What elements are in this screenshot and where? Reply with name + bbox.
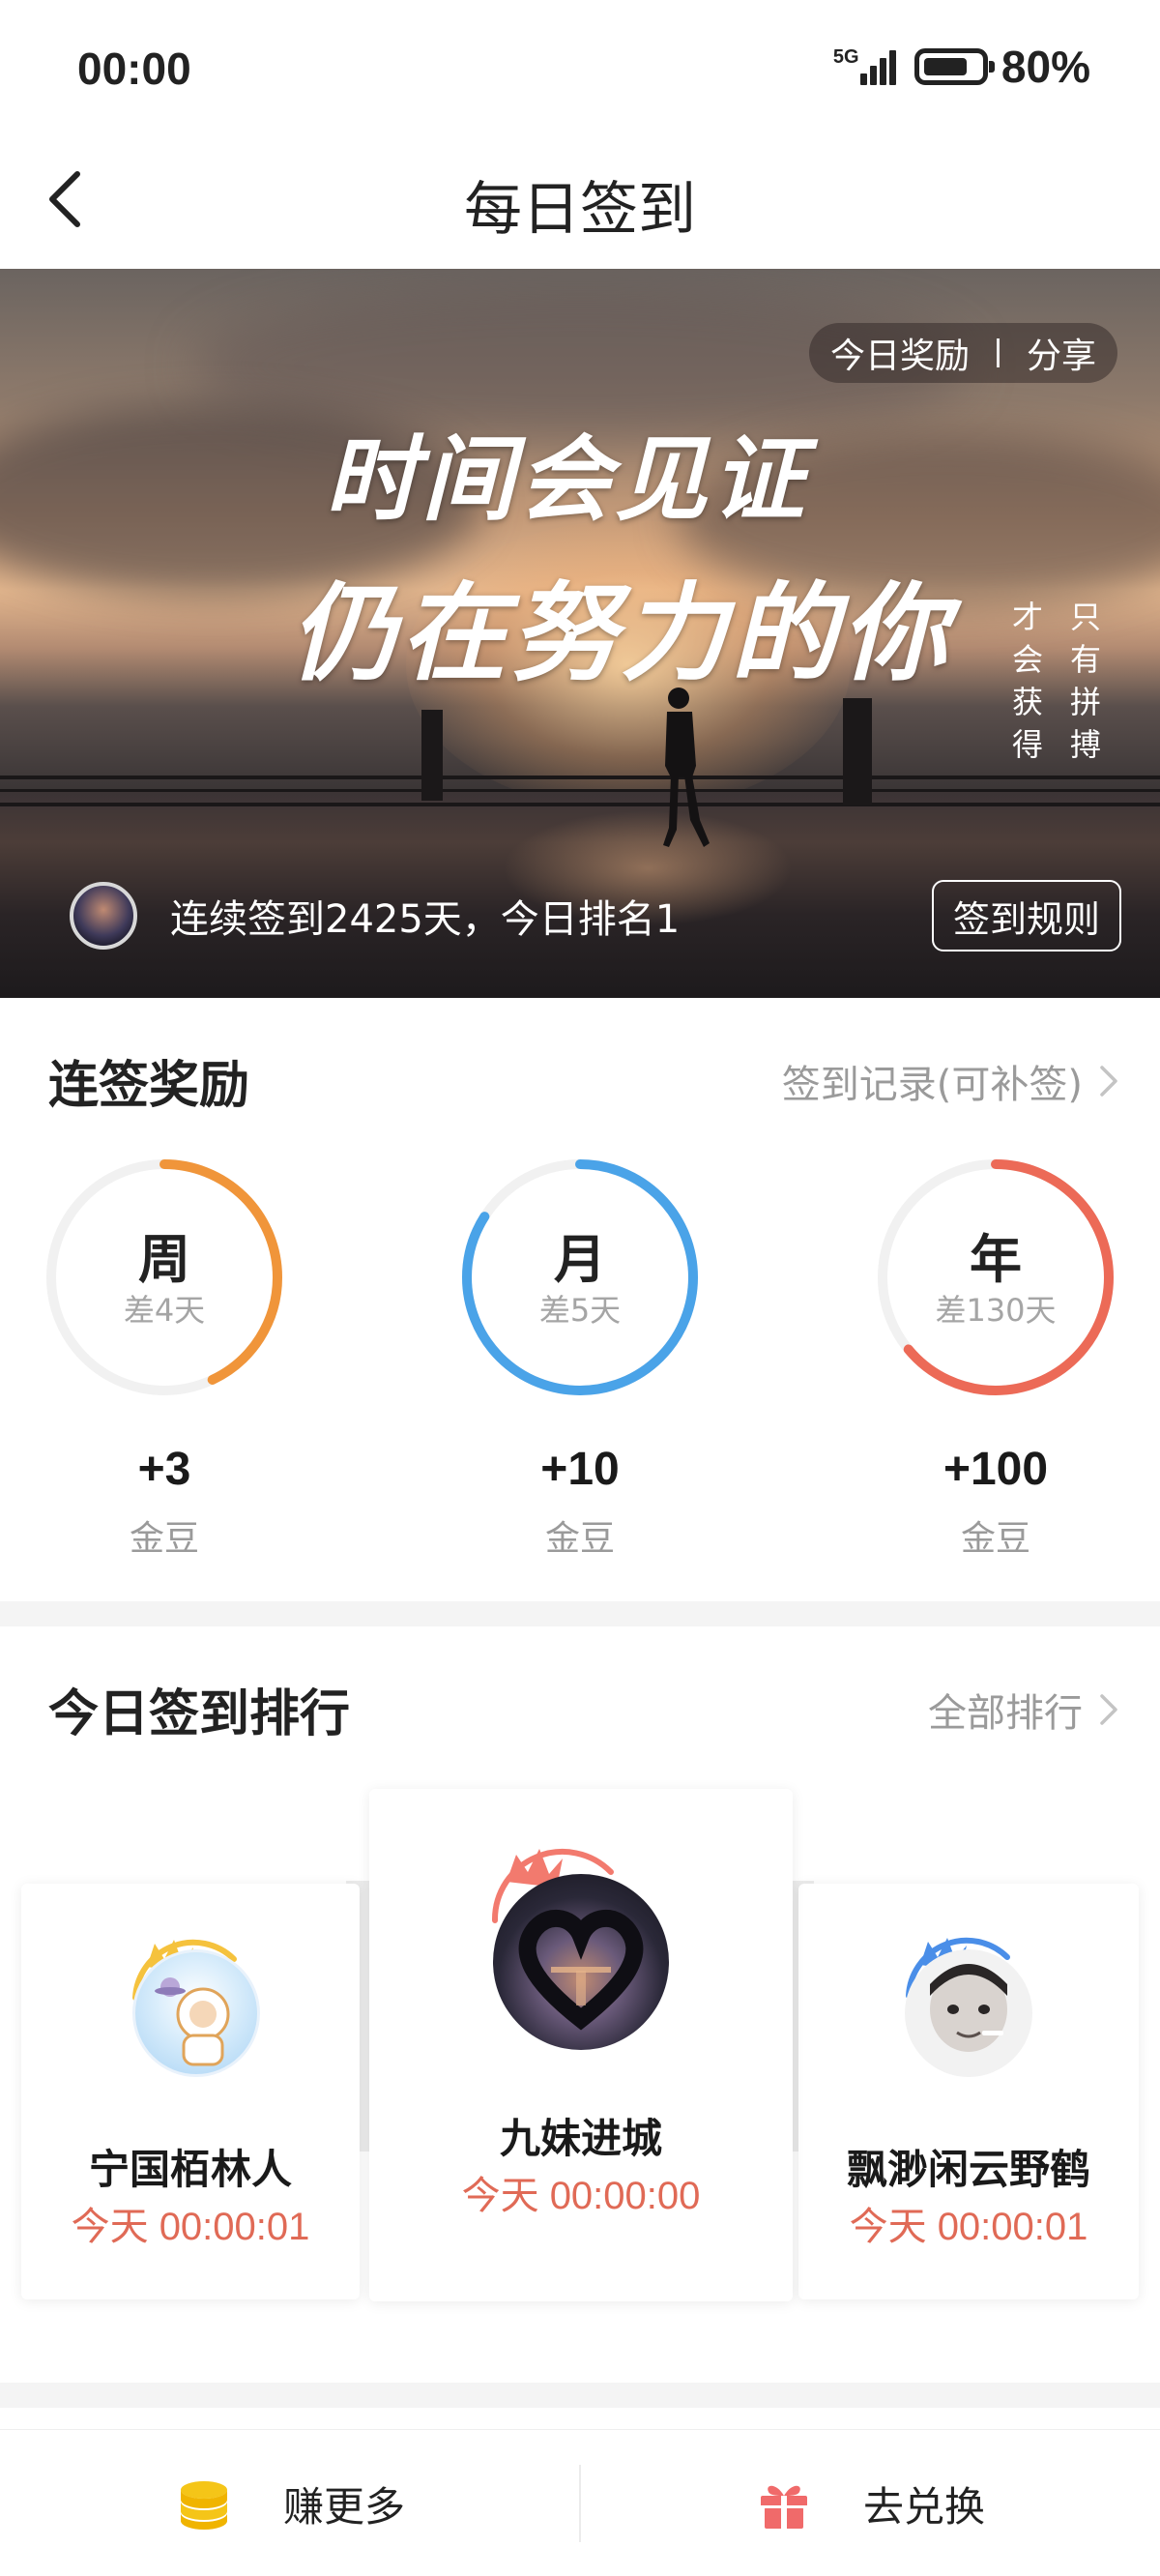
rank-3-time: 今天 00:00:01 (849, 2206, 1088, 2248)
heart-hands-avatar-illustration (518, 1910, 644, 2031)
rank-card-3[interactable]: 飘渺闲云野鹤 今天 00:00:01 (798, 1884, 1139, 2299)
ring-remaining-days: 差5天 (538, 1292, 622, 1329)
streak-rewards-header: 连签奖励 签到记录(可补签) (48, 1044, 1121, 1117)
reward-ring-week: 周 差4天 +3 金豆 (39, 1156, 290, 1563)
banner-image: 今日奖励 分享 时间会见证 仍在努力的你 只有拼搏 才会获得 连续签到2425天… (0, 269, 1160, 998)
ring-reward-amount: +100 (942, 1444, 1049, 1495)
checkin-history-label: 签到记录(可补签) (781, 1062, 1083, 1107)
ring-reward-unit: 金豆 (960, 1519, 1030, 1559)
earn-more-button[interactable]: 赚更多 (0, 2430, 580, 2576)
all-ranking-label: 全部排行 (928, 1690, 1083, 1736)
ring-reward-unit: 金豆 (544, 1519, 615, 1559)
ranking-header: 今日签到排行 全部排行 (48, 1673, 1121, 1745)
network-type-label: 5G (832, 46, 859, 68)
nav-bar: 每日签到 (0, 135, 1160, 271)
banner-action-pill: 今日奖励 分享 (808, 323, 1117, 383)
slogan-line-2: 仍在努力的你 (290, 571, 951, 695)
ranking-title: 今日签到排行 (48, 1685, 351, 1743)
chevron-right-icon (1100, 1693, 1117, 1725)
cellular-signal-icon: 5G (833, 44, 901, 89)
rank-3-name: 飘渺闲云野鹤 (846, 2146, 1090, 2193)
chevron-right-icon (1100, 1065, 1117, 1097)
vertical-text-col-2: 才会获得 (1011, 599, 1043, 763)
vertical-text-col-1: 只有拼搏 (1069, 599, 1101, 763)
railing-graphic (0, 776, 1160, 806)
status-bar: 00:00 5G 80% (0, 0, 1160, 135)
today-reward-link[interactable]: 今日奖励 (830, 328, 970, 378)
ring-remaining-days: 差4天 (123, 1292, 206, 1329)
section-divider (0, 2383, 1160, 2408)
ring-reward-amount: +3 (137, 1444, 191, 1495)
rank-card-2[interactable]: 宁国栢林人 今天 00:00:01 (21, 1884, 360, 2299)
streak-text: 连续签到2425天，今日排名1 (170, 897, 681, 942)
checkin-rules-button[interactable]: 签到规则 (931, 880, 1121, 951)
rank-2-name: 宁国栢林人 (88, 2146, 292, 2193)
user-avatar (70, 882, 137, 950)
rank-1-name: 九妹进城 (499, 2115, 662, 2162)
banner-vertical-text: 只有拼搏 才会获得 (1011, 596, 1102, 766)
astronaut-avatar-illustration (155, 1977, 230, 2066)
redeem-button[interactable]: 去兑换 (580, 2430, 1160, 2576)
ring-reward-unit: 金豆 (129, 1519, 199, 1559)
rank-1-avatar (493, 1874, 669, 2050)
status-time: 00:00 (77, 44, 191, 94)
pill-divider (996, 338, 1000, 367)
ring-period-label: 月 (554, 1229, 606, 1290)
streak-summary: 连续签到2425天，今日排名1 (70, 882, 680, 950)
gift-icon (760, 2485, 807, 2529)
ring-reward-amount: +10 (540, 1444, 620, 1495)
reward-ring-year: 年 差130天 +100 金豆 (870, 1156, 1121, 1563)
reward-ring-month: 月 差5天 +10 金豆 (454, 1156, 706, 1563)
earn-more-label: 赚更多 (282, 2482, 405, 2531)
share-link[interactable]: 分享 (1027, 328, 1096, 378)
rank-3-avatar (905, 1949, 1032, 2077)
page-title: 每日签到 (464, 176, 696, 244)
person-silhouette (663, 688, 710, 847)
child-face-avatar-illustration (930, 1964, 1007, 2052)
coin-stack-icon (180, 2481, 227, 2530)
rank-card-1[interactable]: 九妹进城 今天 00:00:00 (369, 1789, 793, 2301)
all-ranking-link[interactable]: 全部排行 (928, 1682, 1121, 1738)
battery-icon (914, 48, 995, 85)
checkin-history-link[interactable]: 签到记录(可补签) (782, 1053, 1121, 1109)
slogan-line-1: 时间会见证 (325, 424, 808, 534)
banner-slogan: 时间会见证 仍在努力的你 (290, 404, 951, 701)
ring-period-label: 周 (138, 1229, 190, 1290)
bottom-action-bar: 赚更多 去兑换 (0, 2429, 1160, 2576)
rank-2-avatar (132, 1949, 260, 2077)
status-indicators: 5G 80% (833, 41, 1090, 93)
streak-reward-rings: 周 差4天 +3 金豆 月 差5天 +10 金豆 年 差130天 +100 金豆 (0, 1156, 1160, 1563)
section-divider (0, 1601, 1160, 1626)
rank-1-time: 今天 00:00:00 (461, 2175, 701, 2217)
ring-period-label: 年 (970, 1229, 1022, 1290)
redeem-label: 去兑换 (862, 2482, 985, 2531)
rank-2-time: 今天 00:00:01 (71, 2206, 310, 2248)
battery-percentage: 80% (1000, 42, 1090, 92)
streak-rewards-title: 连签奖励 (48, 1057, 250, 1115)
ring-remaining-days: 差130天 (935, 1292, 1057, 1329)
